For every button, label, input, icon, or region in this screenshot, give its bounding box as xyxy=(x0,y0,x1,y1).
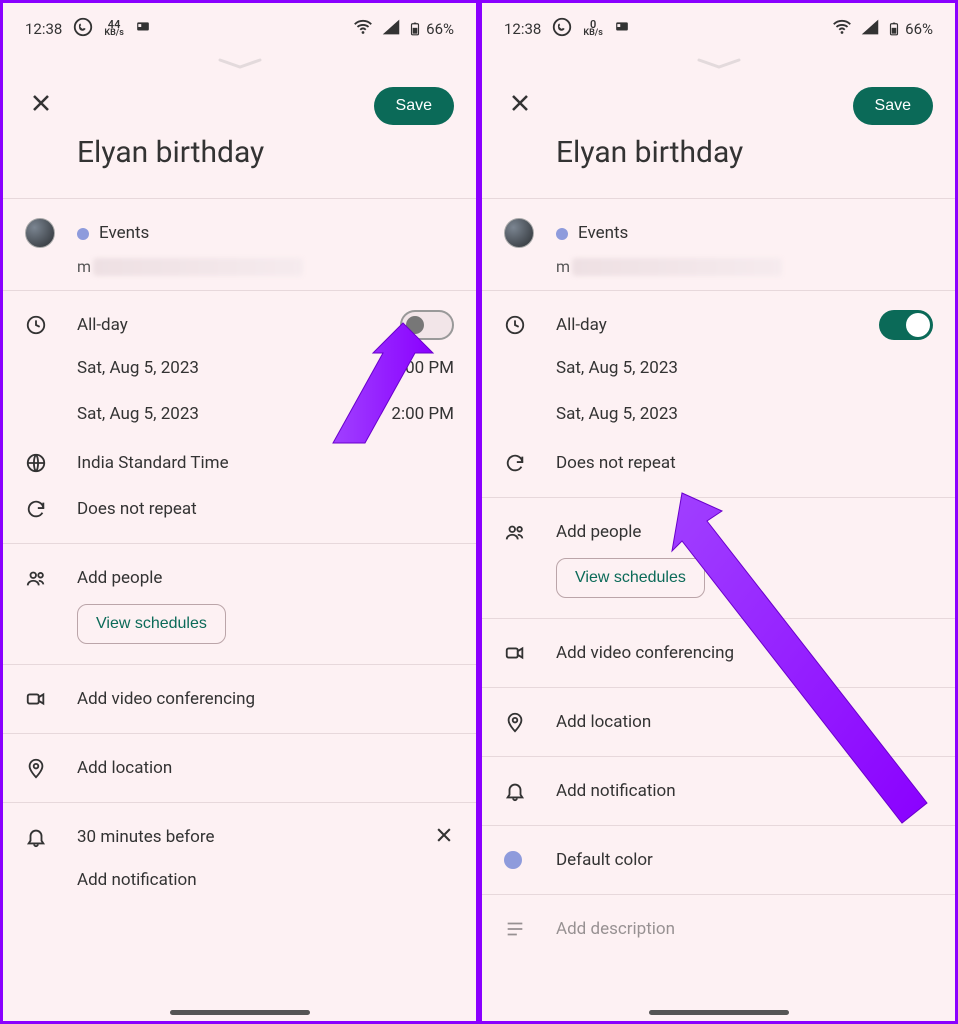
people-icon xyxy=(504,521,556,543)
account-initial: m xyxy=(556,257,570,276)
calendar-name: Events xyxy=(99,223,149,243)
screenshot-allday-off: 12:38 44 KB/s 66% xyxy=(0,0,479,1024)
view-schedules-button[interactable]: View schedules xyxy=(77,604,226,644)
screenshot-allday-on: 12:38 0 KB/s 66% xyxy=(479,0,958,1024)
repeat-icon xyxy=(504,452,556,474)
date-time-section: All-day Sat, Aug 5, 2023 Sat, Aug 5, 202… xyxy=(482,290,955,497)
avatar-icon xyxy=(25,218,55,248)
battery-icon: 66% xyxy=(887,19,933,39)
end-date[interactable]: Sat, Aug 5, 2023 xyxy=(77,404,199,424)
video-icon xyxy=(25,688,77,710)
status-bar: 12:38 44 KB/s 66% xyxy=(3,9,476,49)
drag-handle-icon[interactable] xyxy=(3,57,476,77)
account-email-redacted xyxy=(572,258,782,276)
clock-icon xyxy=(25,314,77,336)
end-date-row[interactable]: Sat, Aug 5, 2023 xyxy=(504,391,933,437)
account-initial: m xyxy=(77,257,91,276)
location-icon xyxy=(25,757,77,779)
card-icon xyxy=(613,20,631,38)
repeat-row[interactable]: Does not repeat xyxy=(556,453,933,473)
bell-icon xyxy=(25,826,77,848)
cellular-icon xyxy=(380,16,402,42)
end-date[interactable]: Sat, Aug 5, 2023 xyxy=(556,404,678,424)
close-icon[interactable] xyxy=(508,91,532,121)
whatsapp-icon xyxy=(72,16,94,42)
save-button[interactable]: Save xyxy=(853,87,933,125)
color-row[interactable]: Default color xyxy=(504,840,933,880)
drag-handle-icon[interactable] xyxy=(482,57,955,77)
card-icon xyxy=(134,20,152,38)
avatar-icon xyxy=(504,218,534,248)
add-people-row[interactable]: Add people xyxy=(77,568,454,588)
people-section: Add people View schedules xyxy=(482,497,955,618)
end-date-row[interactable]: Sat, Aug 5, 2023 2:00 PM xyxy=(25,391,454,437)
repeat-icon xyxy=(25,498,77,520)
calendar-color-dot xyxy=(556,228,568,240)
status-time: 12:38 xyxy=(25,20,62,38)
start-time[interactable]: 1:00 PM xyxy=(391,358,454,378)
start-date[interactable]: Sat, Aug 5, 2023 xyxy=(77,358,199,378)
event-title-input[interactable]: Elyan birthday xyxy=(77,135,454,170)
event-title-input[interactable]: Elyan birthday xyxy=(556,135,933,170)
battery-icon: 66% xyxy=(408,19,454,39)
allday-label: All-day xyxy=(77,315,400,335)
clock-icon xyxy=(504,314,556,336)
bell-icon xyxy=(504,780,556,802)
calendar-picker[interactable]: Events m xyxy=(482,198,955,290)
view-schedules-button[interactable]: View schedules xyxy=(556,558,705,598)
location-row[interactable]: Add location xyxy=(504,702,933,742)
location-row[interactable]: Add location xyxy=(25,748,454,788)
people-icon xyxy=(25,567,77,589)
status-time: 12:38 xyxy=(504,20,541,38)
calendar-picker[interactable]: Events m xyxy=(3,198,476,290)
network-speed-icon: 0 KB/s xyxy=(583,20,602,38)
video-conferencing-row[interactable]: Add video conferencing xyxy=(504,633,933,673)
notification-item[interactable]: 30 minutes before xyxy=(77,827,424,847)
nav-pill[interactable] xyxy=(170,1010,310,1015)
status-bar: 12:38 0 KB/s 66% xyxy=(482,9,955,49)
end-time[interactable]: 2:00 PM xyxy=(391,404,454,424)
description-row[interactable]: Add description xyxy=(504,909,933,949)
save-button[interactable]: Save xyxy=(374,87,454,125)
description-icon xyxy=(504,918,556,940)
start-date-row[interactable]: Sat, Aug 5, 2023 1:00 PM xyxy=(25,345,454,391)
timezone-row[interactable]: India Standard Time xyxy=(77,453,454,473)
allday-toggle[interactable] xyxy=(879,310,933,340)
add-notification-row[interactable]: Add notification xyxy=(25,857,454,903)
globe-icon xyxy=(25,452,77,474)
add-people-row[interactable]: Add people xyxy=(556,522,933,542)
start-date-row[interactable]: Sat, Aug 5, 2023 xyxy=(504,345,933,391)
wifi-icon xyxy=(831,16,853,42)
wifi-icon xyxy=(352,16,374,42)
remove-notification-icon[interactable] xyxy=(424,825,454,850)
whatsapp-icon xyxy=(551,16,573,42)
add-notification-row[interactable]: Add notification xyxy=(504,771,933,811)
calendar-color-dot xyxy=(77,228,89,240)
cellular-icon xyxy=(859,16,881,42)
allday-toggle[interactable] xyxy=(400,310,454,340)
video-icon xyxy=(504,642,556,664)
color-dot-icon xyxy=(504,851,556,869)
calendar-name: Events xyxy=(578,223,628,243)
people-section: Add people View schedules xyxy=(3,543,476,664)
notification-section: 30 minutes before Add notification xyxy=(3,802,476,917)
repeat-row[interactable]: Does not repeat xyxy=(77,499,454,519)
account-email-redacted xyxy=(93,258,303,276)
close-icon[interactable] xyxy=(29,91,53,121)
nav-pill[interactable] xyxy=(649,1010,789,1015)
date-time-section: All-day Sat, Aug 5, 2023 1:00 PM Sat, Au… xyxy=(3,290,476,543)
location-icon xyxy=(504,711,556,733)
video-conferencing-row[interactable]: Add video conferencing xyxy=(25,679,454,719)
start-date[interactable]: Sat, Aug 5, 2023 xyxy=(556,358,678,378)
allday-label: All-day xyxy=(556,315,879,335)
network-speed-icon: 44 KB/s xyxy=(104,20,123,38)
